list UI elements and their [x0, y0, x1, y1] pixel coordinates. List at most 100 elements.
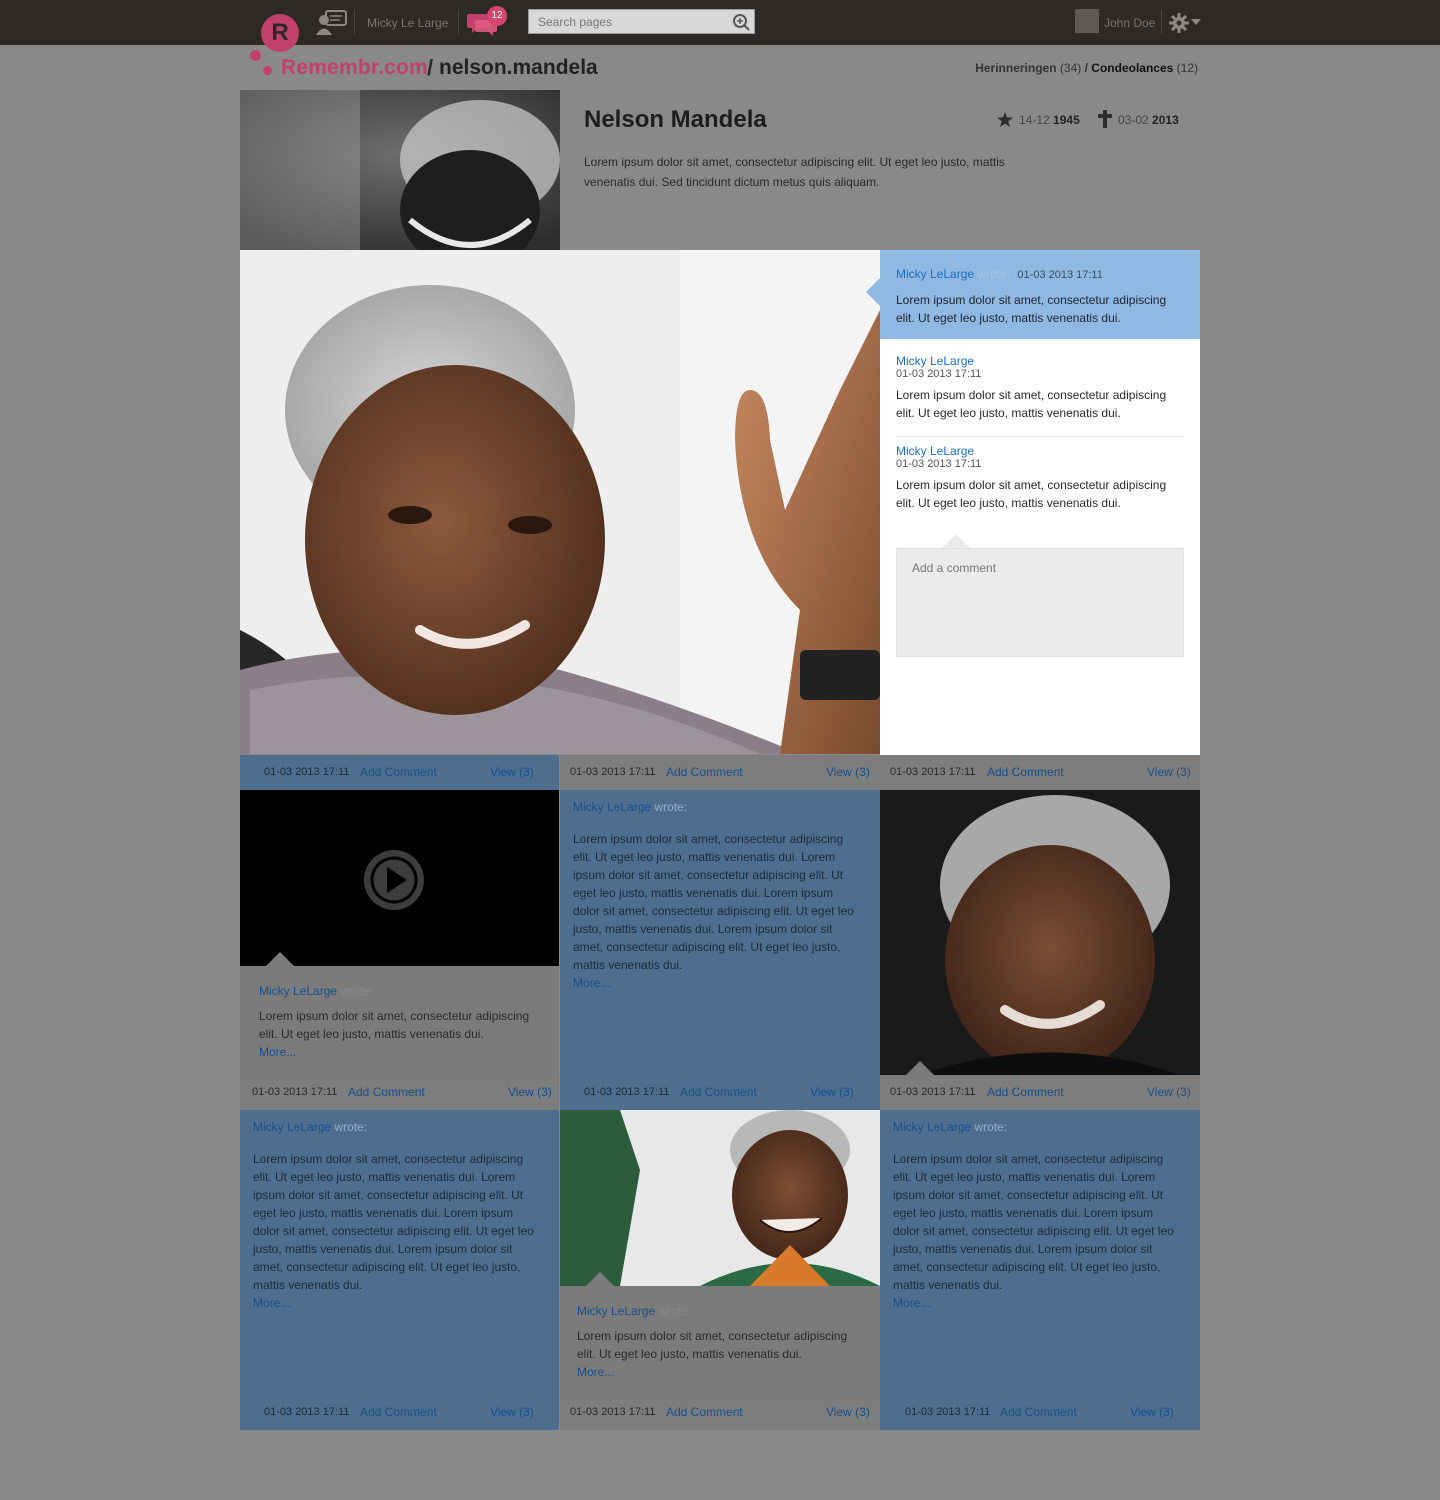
- more-link[interactable]: More...: [253, 1294, 290, 1312]
- search-input[interactable]: [528, 9, 755, 34]
- view-comments-link[interactable]: View (3): [490, 1405, 534, 1419]
- add-comment-link[interactable]: Add Comment: [348, 1085, 425, 1099]
- add-comment-link[interactable]: Add Comment: [666, 1405, 743, 1419]
- post-author[interactable]: Micky LeLarge: [573, 800, 651, 814]
- star-icon: [997, 112, 1013, 127]
- top-bar: Micky Le Large 12 John Doe: [0, 0, 1440, 45]
- view-comments-link[interactable]: View (3): [826, 1405, 870, 1419]
- post-meta-bar: 01-03 2013 17:11 Add Comment View (3): [240, 1395, 559, 1430]
- view-comments-link[interactable]: View (3): [490, 765, 534, 779]
- more-link[interactable]: More...: [893, 1294, 930, 1312]
- tab-memories[interactable]: Herinneringen: [975, 61, 1056, 75]
- cross-icon: [1098, 110, 1112, 128]
- death-daymonth: 03-02: [1118, 113, 1149, 127]
- logo-letter: R: [271, 19, 289, 46]
- add-comment-link[interactable]: Add Comment: [360, 1405, 437, 1419]
- profile-photo: [240, 90, 560, 250]
- post-meta-bar: 01-03 2013 17:11 Add Comment View (3): [560, 755, 880, 790]
- birth-daymonth: 14-12: [1019, 113, 1050, 127]
- add-comment-link[interactable]: Add Comment: [666, 765, 743, 779]
- more-link[interactable]: More...: [259, 1043, 296, 1061]
- user-name-link[interactable]: Micky Le Large: [367, 16, 448, 30]
- comment-wrote: wrote:: [977, 267, 1011, 281]
- video-player[interactable]: [240, 790, 559, 966]
- post-author[interactable]: Micky LeLarge: [893, 1120, 971, 1134]
- death-year: 2013: [1152, 113, 1179, 127]
- post-wrote: wrote:: [658, 1304, 692, 1318]
- add-comment-link[interactable]: Add Comment: [987, 1085, 1064, 1099]
- view-comments-link[interactable]: View (3): [508, 1085, 552, 1099]
- memorial-pages-icon[interactable]: [316, 10, 348, 36]
- post-author[interactable]: Micky LeLarge: [253, 1120, 331, 1134]
- post-time: 01-03 2013 17:11: [264, 1406, 350, 1418]
- play-icon[interactable]: [364, 850, 424, 910]
- post-photo[interactable]: [560, 1110, 880, 1286]
- photo-post[interactable]: [880, 790, 1200, 1075]
- add-comment-link[interactable]: Add Comment: [680, 1085, 757, 1099]
- comment-panel: Micky LeLarge wrote: 01-03 2013 17:11 Lo…: [866, 250, 1200, 755]
- view-comments-link[interactable]: View (3): [1130, 1405, 1174, 1419]
- comment-text: Lorem ipsum dolor sit amet, consectetur …: [896, 478, 1167, 510]
- comment-text: Lorem ipsum dolor sit amet, consectetur …: [896, 388, 1167, 420]
- post-time: 01-03 2013 17:11: [890, 1086, 976, 1098]
- comment-author[interactable]: Micky LeLarge: [896, 267, 974, 281]
- avatar[interactable]: [1075, 9, 1099, 33]
- chevron-down-icon[interactable]: [1191, 19, 1201, 26]
- add-comment-link[interactable]: Add Comment: [360, 765, 437, 779]
- death-date: 03-02 2013: [1118, 113, 1179, 127]
- view-comments-link[interactable]: View (3): [826, 765, 870, 779]
- section-nav: Herinneringen (34) / Condeolances (12): [975, 61, 1198, 75]
- nav-separator: /: [1084, 61, 1088, 75]
- photo-post: Micky LeLarge wrote: Lorem ipsum dolor s…: [560, 1110, 880, 1430]
- notification-count: 12: [491, 10, 503, 21]
- comment-time: 01-03 2013 17:11: [1017, 269, 1103, 281]
- view-comments-link[interactable]: View (3): [810, 1085, 854, 1099]
- comment-author[interactable]: Micky LeLarge: [896, 444, 1184, 458]
- post-meta-bar: 01-03 2013 17:11 Add Comment View (3): [560, 1075, 880, 1110]
- post-text: Lorem ipsum dolor sit amet, consectetur …: [573, 832, 854, 972]
- post-header: Micky LeLarge wrote:: [577, 1302, 691, 1320]
- account-name[interactable]: John Doe: [1104, 16, 1155, 30]
- more-link[interactable]: More...: [577, 1363, 614, 1381]
- view-comments-link[interactable]: View (3): [1147, 1085, 1191, 1099]
- post-notch: [906, 1061, 934, 1075]
- add-comment-link[interactable]: Add Comment: [987, 765, 1064, 779]
- logo-text: Remembr.com: [281, 56, 428, 79]
- condolences-count: (12): [1176, 61, 1198, 75]
- add-comment-field[interactable]: [896, 548, 1184, 657]
- post-header: Micky LeLarge wrote:: [259, 982, 373, 1000]
- post-text: Lorem ipsum dolor sit amet, consectetur …: [893, 1152, 1174, 1292]
- logo-dot-small: [263, 66, 272, 75]
- birth-year: 1945: [1053, 113, 1080, 127]
- post-time: 01-03 2013 17:11: [584, 1086, 670, 1098]
- birth-date: 14-12 1945: [1019, 113, 1080, 127]
- post-time: 01-03 2013 17:11: [905, 1406, 991, 1418]
- comment-time: 01-03 2013 17:11: [896, 368, 982, 380]
- post-author[interactable]: Micky LeLarge: [259, 984, 337, 998]
- logo-dot: [250, 50, 261, 61]
- post-time: 01-03 2013 17:11: [252, 1086, 338, 1098]
- post-header: Micky LeLarge wrote:: [253, 1118, 367, 1136]
- post-wrote: wrote:: [334, 1120, 368, 1134]
- featured-photo[interactable]: [240, 250, 880, 754]
- breadcrumb-separator: /: [427, 55, 434, 80]
- post-notch: [586, 1272, 614, 1286]
- notification-badge[interactable]: 12: [487, 6, 507, 26]
- page-title: Nelson Mandela: [584, 106, 767, 133]
- more-link[interactable]: More...: [573, 974, 610, 992]
- post-wrote: wrote:: [340, 984, 374, 998]
- gear-icon[interactable]: [1168, 12, 1190, 34]
- post-meta-bar: 01-03 2013 17:11 Add Comment View (3): [880, 1075, 1200, 1110]
- profile-bio: Lorem ipsum dolor sit amet, consectetur …: [584, 155, 1005, 189]
- tab-condolences[interactable]: Condeolances: [1091, 61, 1173, 75]
- post-author[interactable]: Micky LeLarge: [577, 1304, 655, 1318]
- comment-item: Micky LeLarge 01-03 2013 17:11 Lorem ips…: [896, 354, 1184, 437]
- post-meta-bar: 01-03 2013 17:11 Add Comment View (3): [240, 755, 559, 790]
- post-wrote: wrote:: [654, 800, 688, 814]
- comment-author[interactable]: Micky LeLarge: [896, 354, 1184, 368]
- add-comment-notch: [942, 534, 970, 548]
- view-comments-link[interactable]: View (3): [1147, 765, 1191, 779]
- search-icon[interactable]: [732, 13, 750, 31]
- add-comment-link[interactable]: Add Comment: [1000, 1405, 1077, 1419]
- post-meta-bar: 01-03 2013 17:11 Add Comment View (3): [880, 1395, 1200, 1430]
